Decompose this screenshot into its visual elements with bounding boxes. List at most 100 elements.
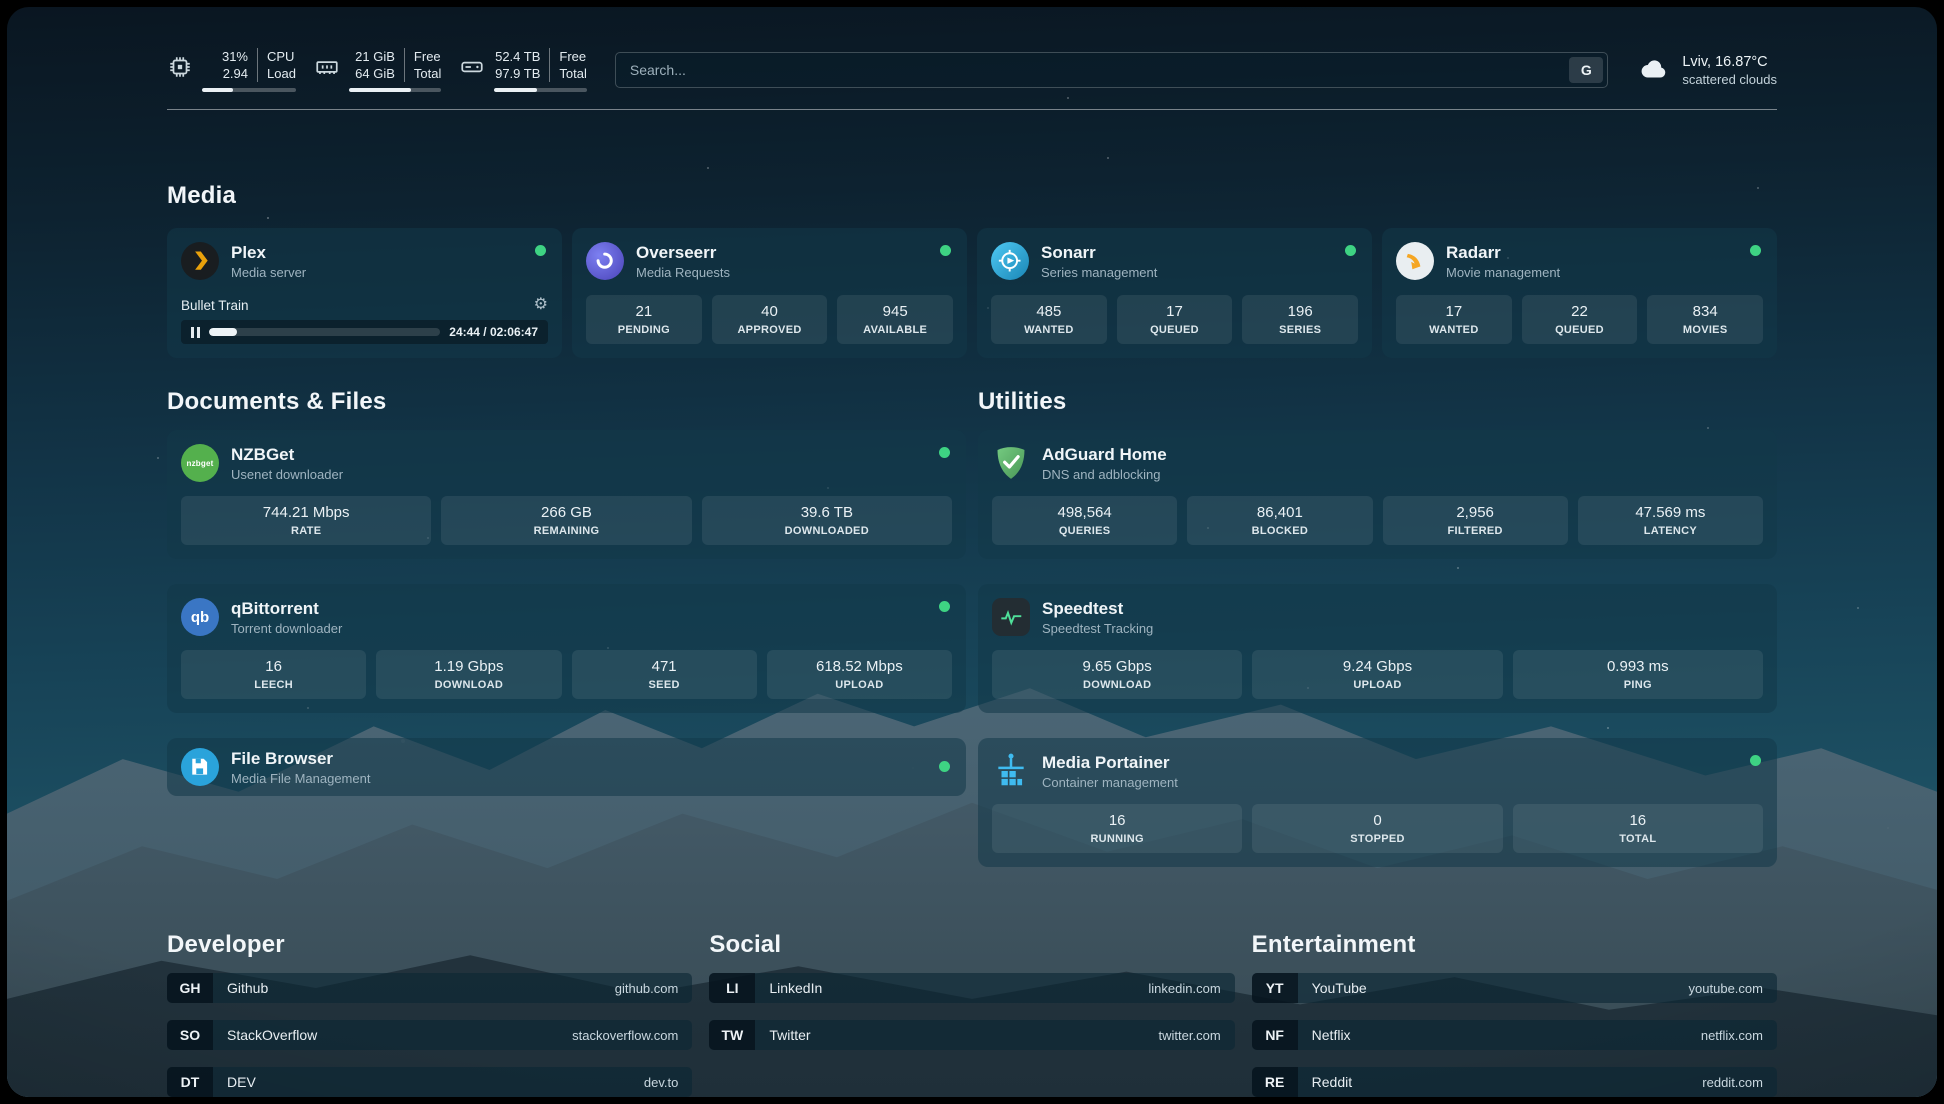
qbittorrent-icon: qb <box>181 598 219 636</box>
stat-pending: 21 PENDING <box>586 295 702 344</box>
app-card-nzbget[interactable]: nzbget NZBGet Usenet downloader 744.21 M… <box>167 430 966 559</box>
plex-icon <box>181 242 219 280</box>
ram-icon <box>314 54 340 80</box>
search-engine-button[interactable]: G <box>1569 57 1603 83</box>
app-name: NZBGet <box>231 445 343 465</box>
stat-latency: 47.569 ms LATENCY <box>1578 496 1763 545</box>
vertical-divider <box>549 48 550 82</box>
nzbget-icon: nzbget <box>181 444 219 482</box>
portainer-icon <box>992 752 1030 790</box>
status-dot-online <box>939 761 950 772</box>
app-card-adguard[interactable]: AdGuard Home DNS and adblocking 498,564 … <box>978 430 1777 559</box>
stat-downloaded: 39.6 TB DOWNLOADED <box>702 496 952 545</box>
status-dot-online <box>1345 245 1356 256</box>
vertical-divider <box>404 48 405 82</box>
app-card-radarr[interactable]: Radarr Movie management 17 WANTED 22 QUE… <box>1382 228 1777 358</box>
stat-filtered: 2,956 FILTERED <box>1383 496 1568 545</box>
memory-total-label: Total <box>414 65 441 82</box>
app-card-sonarr[interactable]: Sonarr Series management 485 WANTED 17 Q… <box>977 228 1372 358</box>
app-name: qBittorrent <box>231 599 342 619</box>
app-card-overseerr[interactable]: Overseerr Media Requests 21 PENDING 40 A… <box>572 228 967 358</box>
app-subtitle: DNS and adblocking <box>1042 467 1167 482</box>
status-dot-online <box>1750 245 1761 256</box>
bookmark-group-entertainment: Entertainment YT YouTube youtube.com NF … <box>1252 931 1777 1097</box>
speedtest-icon <box>992 598 1030 636</box>
dashboard-screen: 31% 2.94 CPU Load <box>7 7 1937 1097</box>
stat-download: 9.65 Gbps DOWNLOAD <box>992 650 1242 699</box>
background-snow-specks <box>7 7 9 9</box>
stat-queries: 498,564 QUERIES <box>992 496 1177 545</box>
app-name: Speedtest <box>1042 599 1153 619</box>
cloud-icon <box>1636 55 1672 85</box>
section-title-media: Media <box>167 182 1777 210</box>
app-subtitle: Usenet downloader <box>231 467 343 482</box>
app-card-filebrowser[interactable]: File Browser Media File Management <box>167 738 966 796</box>
weather-widget: Lviv, 16.87°C scattered clouds <box>1636 54 1777 87</box>
github-icon: GH <box>167 973 213 1003</box>
bookmark-linkedin[interactable]: LI LinkedIn linkedin.com <box>709 973 1234 1003</box>
playback-time: 24:44 / 02:06:47 <box>449 325 538 339</box>
weather-location: Lviv, 16.87°C <box>1682 54 1777 70</box>
stackoverflow-icon: SO <box>167 1020 213 1050</box>
app-card-qbittorrent[interactable]: qb qBittorrent Torrent downloader 16 <box>167 584 966 713</box>
memory-total: 64 GiB <box>355 65 395 82</box>
section-documents: Documents & Files nzbget NZBGet Usenet d… <box>167 388 966 867</box>
netflix-icon: NF <box>1252 1020 1298 1050</box>
app-subtitle: Torrent downloader <box>231 621 342 636</box>
weather-condition: scattered clouds <box>1682 72 1777 87</box>
app-name: AdGuard Home <box>1042 445 1167 465</box>
cpu-label: CPU <box>267 48 296 65</box>
app-card-portainer[interactable]: Media Portainer Container management 16 … <box>978 738 1777 867</box>
stat-queued: 17 QUEUED <box>1117 295 1233 344</box>
bookmark-stackoverflow[interactable]: SO StackOverflow stackoverflow.com <box>167 1020 692 1050</box>
playback-bar[interactable]: 24:44 / 02:06:47 <box>181 320 548 344</box>
stat-queued: 22 QUEUED <box>1522 295 1638 344</box>
cpu-icon <box>167 54 193 80</box>
overseerr-icon <box>586 242 624 280</box>
app-name: Sonarr <box>1041 243 1157 263</box>
stat-rate: 744.21 Mbps RATE <box>181 496 431 545</box>
app-name: File Browser <box>231 749 370 769</box>
search-bar: G <box>615 52 1608 88</box>
disk-icon <box>459 54 485 80</box>
app-card-speedtest[interactable]: Speedtest Speedtest Tracking 9.65 Gbps D… <box>978 584 1777 713</box>
app-subtitle: Speedtest Tracking <box>1042 621 1153 636</box>
stat-stopped: 0 STOPPED <box>1252 804 1502 853</box>
app-name: Radarr <box>1446 243 1560 263</box>
stat-total: 16 TOTAL <box>1513 804 1763 853</box>
status-dot-online <box>1750 755 1761 766</box>
system-metrics: 31% 2.94 CPU Load <box>167 48 587 92</box>
gear-icon[interactable]: ⚙ <box>534 297 548 313</box>
cpu-load: 2.94 <box>223 65 248 82</box>
bookmark-twitter[interactable]: TW Twitter twitter.com <box>709 1020 1234 1050</box>
header-divider <box>167 109 1777 110</box>
playback-track <box>209 328 440 336</box>
section-media: Media Plex Media server <box>167 182 1777 358</box>
bookmark-group-developer: Developer GH Github github.com SO StackO… <box>167 931 692 1097</box>
bookmark-reddit[interactable]: RE Reddit reddit.com <box>1252 1067 1777 1097</box>
bookmark-youtube[interactable]: YT YouTube youtube.com <box>1252 973 1777 1003</box>
stat-running: 16 RUNNING <box>992 804 1242 853</box>
filebrowser-icon <box>181 748 219 786</box>
cpu-percent: 31% <box>222 48 248 65</box>
memory-widget: 21 GiB 64 GiB Free Total <box>314 48 441 92</box>
stat-series: 196 SERIES <box>1242 295 1358 344</box>
bookmark-netflix[interactable]: NF Netflix netflix.com <box>1252 1020 1777 1050</box>
app-card-plex[interactable]: Plex Media server Bullet Train ⚙ 24:44 /… <box>167 228 562 358</box>
section-title-documents: Documents & Files <box>167 388 966 416</box>
app-name: Overseerr <box>636 243 730 263</box>
radarr-icon <box>1396 242 1434 280</box>
section-title-social: Social <box>709 931 1234 959</box>
disk-widget: 52.4 TB 97.9 TB Free Total <box>459 48 586 92</box>
sonarr-icon <box>991 242 1029 280</box>
bookmark-github[interactable]: GH Github github.com <box>167 973 692 1003</box>
pause-icon[interactable] <box>191 327 200 338</box>
search-input[interactable] <box>615 52 1608 88</box>
bookmark-dev[interactable]: DT DEV dev.to <box>167 1067 692 1097</box>
stat-leech: 16 LEECH <box>181 650 366 699</box>
cpu-load-label: Load <box>267 65 296 82</box>
memory-free: 21 GiB <box>355 48 395 65</box>
stat-upload: 9.24 Gbps UPLOAD <box>1252 650 1502 699</box>
dev-icon: DT <box>167 1067 213 1097</box>
memory-free-label: Free <box>414 48 441 65</box>
